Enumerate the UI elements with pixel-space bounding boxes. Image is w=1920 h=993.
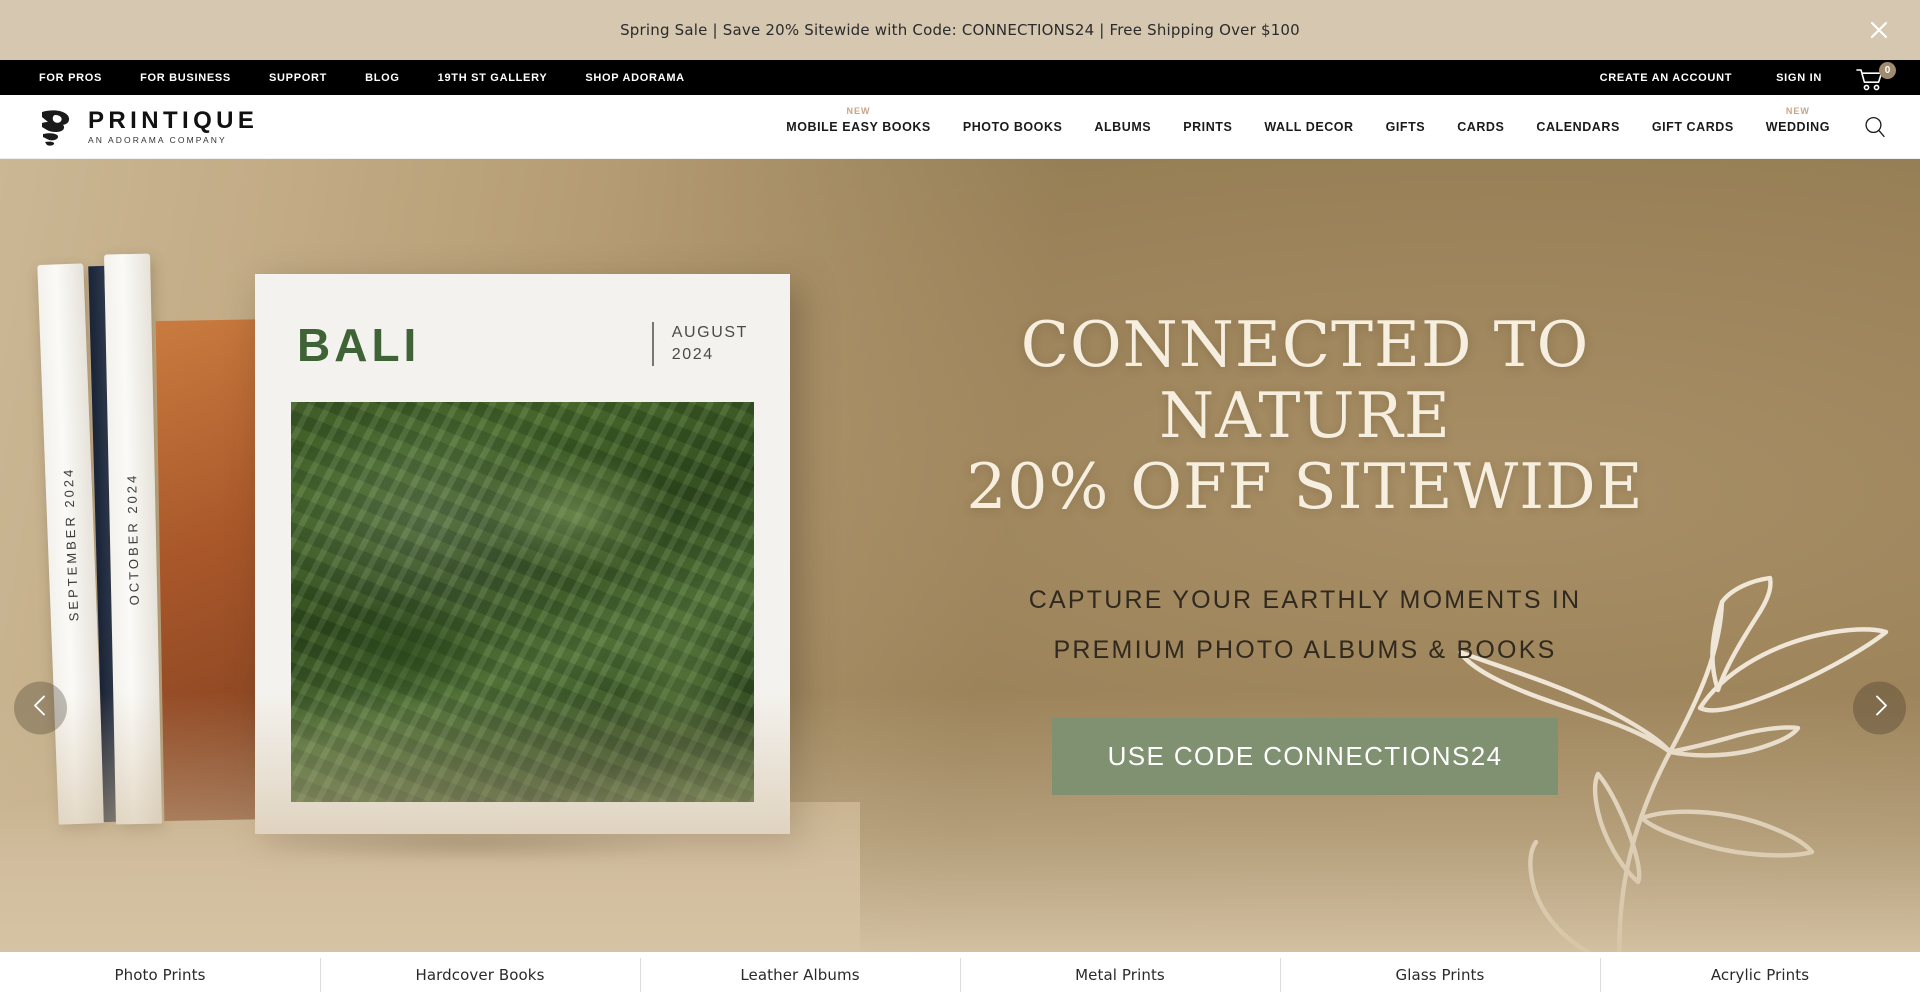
close-icon[interactable]: [1862, 13, 1896, 47]
carousel-prev-button[interactable]: [14, 681, 67, 735]
category-strip: Photo Prints Hardcover Books Leather Alb…: [0, 952, 1920, 993]
search-icon[interactable]: [1860, 112, 1890, 142]
nav-item-prints[interactable]: PRINTS: [1167, 95, 1248, 159]
category-label: Hardcover Books: [415, 966, 545, 984]
cover-title: BALI: [297, 319, 421, 371]
cart-count-badge: 0: [1879, 62, 1896, 79]
spine-label: OCTOBER 2024: [124, 472, 142, 606]
hero-headline: CONNECTED TO NATURE 20% OFF SITEWIDE: [905, 309, 1705, 523]
utility-link-shop-adorama[interactable]: SHOP ADORAMA: [566, 72, 703, 84]
promo-banner-text: Spring Sale | Save 20% Sitewide with Cod…: [620, 21, 1300, 39]
cart-button[interactable]: 0: [1854, 60, 1898, 95]
utility-link-blog[interactable]: BLOG: [346, 72, 419, 84]
main-header: PRINTIQUE AN ADORAMA COMPANY NEW MOBILE …: [0, 95, 1920, 159]
category-item-photo-prints[interactable]: Photo Prints: [0, 966, 320, 993]
utility-link-for-business[interactable]: FOR BUSINESS: [121, 72, 250, 84]
nav-item-gifts[interactable]: GIFTS: [1370, 95, 1442, 159]
nav-item-mobile-easy-books[interactable]: NEW MOBILE EASY BOOKS: [770, 95, 947, 159]
utility-link-for-pros[interactable]: FOR PROS: [30, 72, 121, 84]
printique-logo-mark-icon: [36, 106, 76, 148]
utility-link-19th-st-gallery[interactable]: 19TH ST GALLERY: [419, 72, 567, 84]
utility-nav: FOR PROS FOR BUSINESS SUPPORT BLOG 19TH …: [0, 60, 1920, 95]
nav-item-albums[interactable]: ALBUMS: [1078, 95, 1167, 159]
hero-carousel: SEPTEMBER 2024 OCTOBER 2024 BALI AUGUST …: [0, 159, 1920, 952]
category-item-hardcover-books[interactable]: Hardcover Books: [320, 958, 640, 993]
hero-headline-line-1: CONNECTED TO NATURE: [1020, 308, 1590, 453]
brand-name: PRINTIQUE: [88, 106, 259, 134]
nav-badge-new: NEW: [1785, 105, 1810, 116]
category-item-metal-prints[interactable]: Metal Prints: [960, 958, 1280, 993]
nav-item-wall-decor[interactable]: WALL DECOR: [1248, 95, 1369, 159]
main-nav: NEW MOBILE EASY BOOKS PHOTO BOOKS ALBUMS…: [770, 95, 1894, 159]
spine-label: SEPTEMBER 2024: [60, 466, 82, 622]
utility-nav-left: FOR PROS FOR BUSINESS SUPPORT BLOG 19TH …: [30, 72, 704, 84]
category-item-acrylic-prints[interactable]: Acrylic Prints: [1600, 958, 1920, 993]
category-item-leather-albums[interactable]: Leather Albums: [640, 958, 960, 993]
category-label: Leather Albums: [740, 966, 860, 984]
carousel-next-button[interactable]: [1853, 681, 1906, 735]
nav-badge-new: NEW: [846, 105, 871, 116]
sign-in-link[interactable]: SIGN IN: [1754, 72, 1844, 84]
hero-headline-line-2: 20% OFF SITEWIDE: [966, 450, 1644, 524]
nav-item-label: WEDDING: [1765, 119, 1830, 134]
category-label: Photo Prints: [114, 966, 206, 984]
nav-item-wedding[interactable]: NEW WEDDING: [1750, 95, 1846, 159]
category-label: Acrylic Prints: [1710, 966, 1810, 984]
category-item-glass-prints[interactable]: Glass Prints: [1280, 958, 1600, 993]
create-account-link[interactable]: CREATE AN ACCOUNT: [1578, 72, 1755, 84]
utility-nav-right: CREATE AN ACCOUNT SIGN IN 0: [1578, 60, 1898, 95]
utility-link-support[interactable]: SUPPORT: [250, 72, 346, 84]
hero-subheadline-line-2: PREMIUM PHOTO ALBUMS & BOOKS: [1053, 636, 1557, 665]
cover-month: AUGUST: [671, 324, 748, 341]
hero-subheadline-line-1: CAPTURE YOUR EARTHLY MOMENTS IN: [1028, 585, 1582, 614]
chevron-left-icon: [28, 693, 54, 724]
nav-item-gift-cards[interactable]: GIFT CARDS: [1636, 95, 1750, 159]
brand-tagline: AN ADORAMA COMPANY: [88, 134, 227, 145]
nav-item-photo-books[interactable]: PHOTO BOOKS: [947, 95, 1079, 159]
nav-item-cards[interactable]: CARDS: [1441, 95, 1520, 159]
hero-subheadline: CAPTURE YOUR EARTHLY MOMENTS IN PREMIUM …: [905, 575, 1705, 676]
cover-year: 2024: [671, 345, 714, 363]
chevron-right-icon: [1867, 693, 1893, 724]
cover-divider: [652, 322, 654, 366]
category-label: Metal Prints: [1075, 966, 1165, 984]
hero-cta-button[interactable]: USE CODE CONNECTIONS24: [1051, 717, 1559, 795]
hero-copy: CONNECTED TO NATURE 20% OFF SITEWIDE CAP…: [905, 309, 1705, 795]
brand-logo[interactable]: PRINTIQUE AN ADORAMA COMPANY: [36, 106, 258, 148]
nav-item-label: MOBILE EASY BOOKS: [786, 119, 931, 134]
nav-item-calendars[interactable]: CALENDARS: [1520, 95, 1635, 159]
promo-banner: Spring Sale | Save 20% Sitewide with Cod…: [0, 0, 1920, 60]
category-label: Glass Prints: [1395, 966, 1485, 984]
